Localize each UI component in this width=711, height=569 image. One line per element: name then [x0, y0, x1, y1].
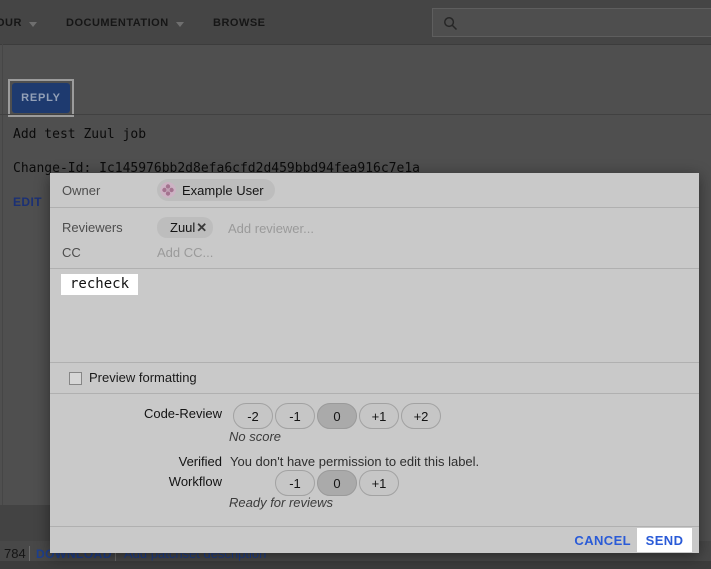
- send-button[interactable]: SEND: [637, 528, 692, 552]
- preview-formatting-checkbox[interactable]: [69, 372, 82, 385]
- cancel-button[interactable]: CANCEL: [574, 533, 631, 548]
- reviewer-chip-zuul: Zuul ✕: [157, 217, 213, 238]
- owner-chip-label: Example User: [182, 183, 264, 198]
- chevron-down-icon: [176, 22, 184, 27]
- search-input[interactable]: [465, 11, 709, 35]
- code-review-zero-button[interactable]: 0: [317, 403, 357, 429]
- nav-menu-browse[interactable]: BROWSE: [213, 17, 266, 29]
- reply-message-textarea[interactable]: recheck: [61, 274, 138, 295]
- section-divider: [0, 114, 711, 115]
- add-reviewer-input[interactable]: Add reviewer...: [228, 221, 314, 236]
- separator: [29, 546, 30, 561]
- workflow-label: Workflow: [50, 474, 222, 489]
- dialog-divider: [50, 362, 699, 363]
- patchset-number: 784: [4, 546, 26, 561]
- verified-label: Verified: [50, 454, 222, 469]
- dialog-divider: [50, 207, 699, 208]
- dialog-footer-divider: [50, 526, 699, 527]
- edit-link[interactable]: EDIT: [13, 195, 42, 209]
- cc-label: CC: [62, 245, 81, 260]
- commit-message-subject: Add test Zuul job: [13, 127, 146, 142]
- reviewer-chip-label: Zuul: [170, 220, 195, 235]
- preview-formatting-label: Preview formatting: [89, 370, 197, 385]
- chevron-down-icon: [29, 22, 37, 27]
- reply-button[interactable]: REPLY: [12, 83, 70, 113]
- code-review-plus2-button[interactable]: +2: [401, 403, 441, 429]
- dialog-divider: [50, 393, 699, 394]
- code-review-plus1-button[interactable]: +1: [359, 403, 399, 429]
- avatar: [160, 182, 176, 198]
- search-box[interactable]: [432, 8, 711, 37]
- gerrit-change-screen: OUR DOCUMENTATION BROWSE REPLY Add test …: [0, 0, 711, 569]
- verified-permission-message: You don't have permission to edit this l…: [230, 454, 479, 469]
- bottom-scrollbar-track: [0, 561, 711, 569]
- owner-label: Owner: [62, 183, 100, 198]
- top-navigation-bar: OUR DOCUMENTATION BROWSE: [0, 0, 711, 45]
- dialog-divider: [50, 268, 699, 269]
- content-left-border: [2, 44, 3, 569]
- code-review-label: Code-Review: [50, 406, 222, 421]
- search-icon: [443, 16, 458, 31]
- reviewers-label: Reviewers: [62, 220, 123, 235]
- add-cc-input[interactable]: Add CC...: [157, 245, 213, 260]
- workflow-hint: Ready for reviews: [229, 495, 333, 510]
- code-review-minus2-button[interactable]: -2: [233, 403, 273, 429]
- nav-menu-your[interactable]: OUR: [0, 17, 22, 29]
- workflow-minus1-button[interactable]: -1: [275, 470, 315, 496]
- workflow-plus1-button[interactable]: +1: [359, 470, 399, 496]
- owner-chip: Example User: [157, 179, 275, 201]
- remove-reviewer-icon[interactable]: ✕: [196, 221, 207, 234]
- nav-menu-documentation[interactable]: DOCUMENTATION: [66, 17, 169, 29]
- workflow-zero-button[interactable]: 0: [317, 470, 357, 496]
- reply-dialog: Owner Example User Reviewers Zuul ✕ Add …: [50, 173, 699, 553]
- code-review-hint: No score: [229, 429, 281, 444]
- file-section-block: [0, 505, 50, 541]
- code-review-minus1-button[interactable]: -1: [275, 403, 315, 429]
